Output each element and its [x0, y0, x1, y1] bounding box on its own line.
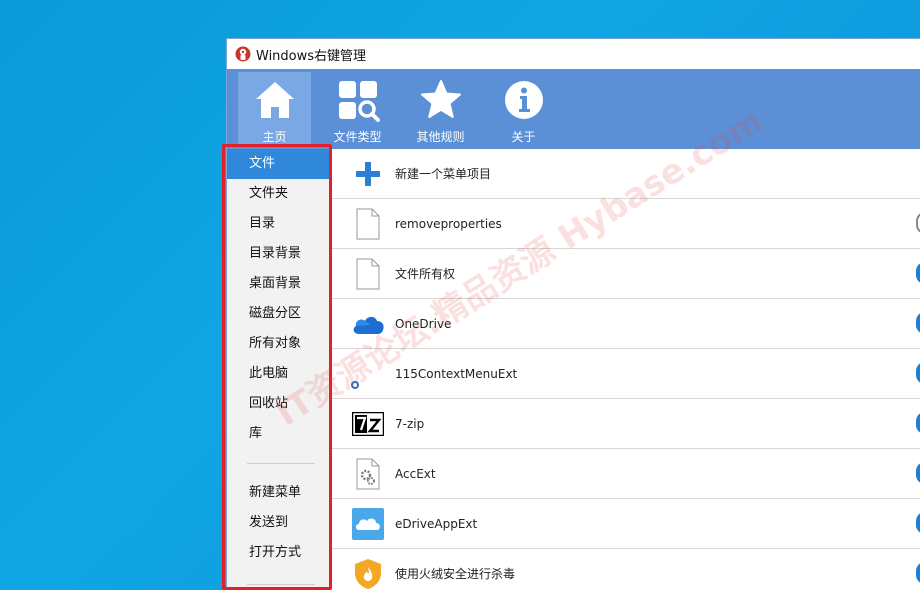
list-item-label: removeproperties [395, 216, 502, 231]
tab-other-rules[interactable]: 其他规则 [404, 72, 477, 146]
main-toolbar: 主页 文件类型 其他规则 关于 [227, 69, 920, 149]
tab-other-rules-label: 其他规则 [416, 130, 465, 144]
list-item-label: 7-zip [395, 416, 425, 431]
title-bar[interactable]: Windows右键管理 [227, 39, 920, 69]
home-icon [255, 82, 294, 118]
info-icon [504, 81, 543, 119]
gear-file-icon [351, 457, 385, 491]
115-icon [351, 357, 385, 391]
tab-file-types[interactable]: 文件类型 [321, 72, 394, 146]
sidebar-item-file[interactable]: 文件 [227, 149, 331, 179]
list-item[interactable]: eDriveAppExt [331, 499, 920, 549]
sidebar-item-this-pc[interactable]: 此电脑 [227, 359, 331, 389]
enable-toggle[interactable] [916, 462, 920, 484]
sidebar-item-open-with[interactable]: 打开方式 [227, 538, 331, 568]
sidebar-item-drive-partition[interactable]: 磁盘分区 [227, 299, 331, 329]
cloud-drive-icon [351, 507, 385, 541]
star-icon [420, 80, 461, 118]
context-menu-list: 新建一个菜单项目 removeproperties 文件所有权 OneDrive… [331, 149, 920, 590]
sidebar-item-new-menu[interactable]: 新建菜单 [227, 478, 331, 508]
sidebar-item-send-to[interactable]: 发送到 [227, 508, 331, 538]
sidebar-divider [247, 463, 315, 464]
tab-file-types-label: 文件类型 [333, 130, 382, 144]
enable-toggle[interactable] [916, 262, 920, 284]
window-title: Windows右键管理 [256, 48, 367, 64]
list-item[interactable]: 115ContextMenuExt [331, 349, 920, 399]
sidebar-divider [247, 584, 315, 585]
list-item-label: 文件所有权 [395, 267, 456, 281]
tab-about-label: 关于 [511, 130, 536, 144]
sidebar-item-directory-background[interactable]: 目录背景 [227, 239, 331, 269]
enable-toggle[interactable] [916, 562, 920, 584]
list-item-label: eDriveAppExt [395, 516, 478, 531]
enable-toggle[interactable] [916, 412, 920, 434]
list-item-new-menu-item[interactable]: 新建一个菜单项目 [331, 149, 920, 199]
list-item[interactable]: 使用火绒安全进行杀毒 [331, 549, 920, 590]
list-item-label: 使用火绒安全进行杀毒 [395, 567, 516, 581]
huorong-shield-icon [351, 557, 385, 590]
sidebar-item-library[interactable]: 库 [227, 419, 331, 449]
file-types-icon [338, 81, 380, 122]
7zip-icon [351, 407, 385, 441]
blank-file-icon [351, 207, 385, 241]
list-item[interactable]: 文件所有权 [331, 249, 920, 299]
list-item-label: AccExt [395, 466, 436, 481]
app-logo-icon [235, 46, 251, 62]
enable-toggle[interactable] [916, 512, 920, 534]
list-item-label: OneDrive [395, 316, 452, 331]
tab-home[interactable]: 主页 [238, 72, 311, 146]
sidebar-item-all-objects[interactable]: 所有对象 [227, 329, 331, 359]
enable-toggle[interactable] [916, 362, 920, 384]
app-window: Windows右键管理 主页 文件类型 其他规则 关于 文件 文件夹 目录 目录… [226, 38, 920, 590]
sidebar: 文件 文件夹 目录 目录背景 桌面背景 磁盘分区 所有对象 此电脑 回收站 库 … [227, 149, 331, 590]
list-item-label: 新建一个菜单项目 [395, 167, 492, 181]
sidebar-item-directory[interactable]: 目录 [227, 209, 331, 239]
list-item[interactable]: removeproperties [331, 199, 920, 249]
list-item[interactable]: OneDrive [331, 299, 920, 349]
tab-about[interactable]: 关于 [487, 72, 560, 146]
onedrive-cloud-icon [351, 307, 385, 341]
tab-home-label: 主页 [262, 130, 287, 144]
sidebar-item-recycle-bin[interactable]: 回收站 [227, 389, 331, 419]
list-item[interactable]: AccExt [331, 449, 920, 499]
blank-file-icon [351, 257, 385, 291]
list-item[interactable]: 7-zip [331, 399, 920, 449]
enable-toggle[interactable] [916, 312, 920, 334]
sidebar-item-folder[interactable]: 文件夹 [227, 179, 331, 209]
enable-toggle[interactable] [916, 212, 920, 234]
list-item-label: 115ContextMenuExt [395, 366, 518, 381]
sidebar-item-desktop-background[interactable]: 桌面背景 [227, 269, 331, 299]
plus-icon [351, 157, 385, 191]
